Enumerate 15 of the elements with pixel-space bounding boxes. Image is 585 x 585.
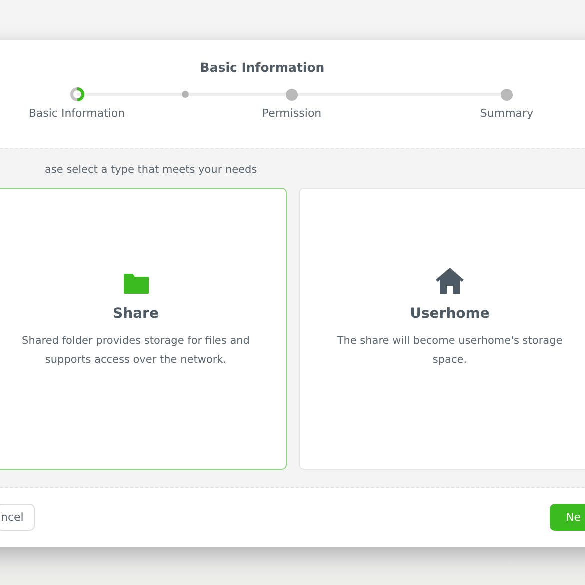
option-card[interactable]: Userhome The share will become userhome's storage space.: [299, 188, 585, 470]
option-title: Share: [113, 306, 159, 322]
substep-dot: [182, 91, 189, 98]
home-icon: [436, 268, 464, 294]
option-description: Shared folder provides storage for files and supports access over the network.: [21, 334, 251, 368]
option-title: Userhome: [410, 306, 490, 322]
option-description: The share will become userhome's storage space.: [336, 334, 564, 368]
instruction-text: ase select a type that meets your needs: [44, 163, 258, 178]
folder-icon: [124, 273, 148, 294]
dialog-title: Basic Information: [200, 60, 325, 75]
step-label: Permission: [262, 107, 322, 120]
cancel-button[interactable]: ncel: [0, 504, 35, 531]
step-label: Summary: [480, 107, 534, 120]
step-label: Basic Information: [28, 107, 126, 120]
option-card[interactable]: Share Shared folder provides storage for files and supports access over the network.: [0, 188, 287, 470]
